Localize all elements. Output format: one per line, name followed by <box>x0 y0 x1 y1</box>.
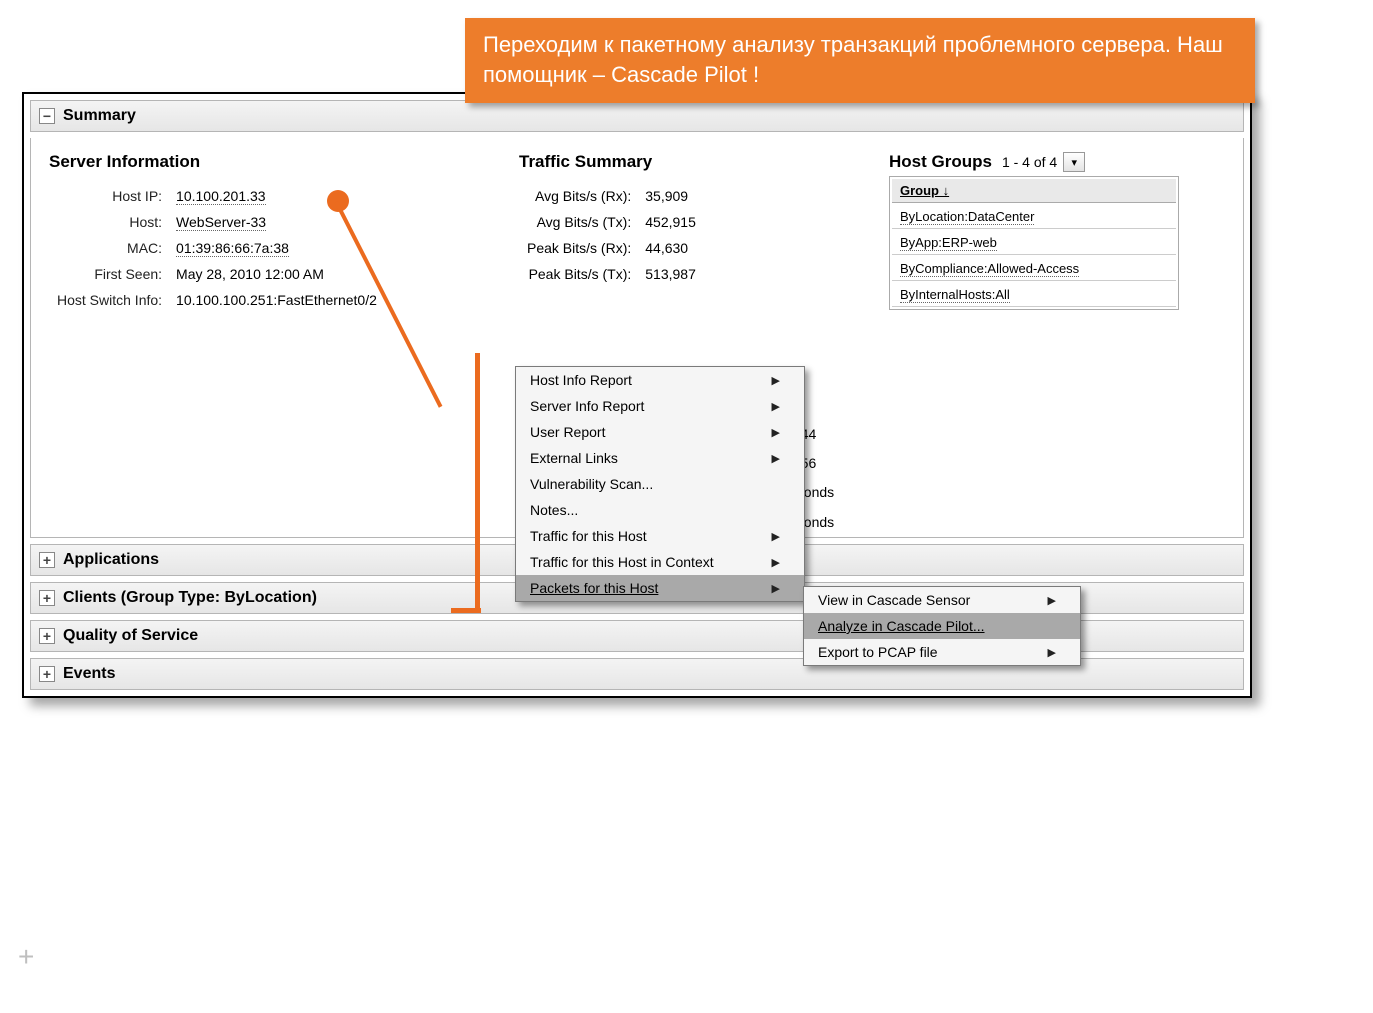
submenu-item-analyze-pilot[interactable]: Analyze in Cascade Pilot... <box>804 613 1080 639</box>
menu-item-vuln-scan[interactable]: Vulnerability Scan... <box>516 471 804 497</box>
host-groups-heading: Host Groups <box>889 152 992 172</box>
submenu-arrow-icon: ▶ <box>772 582 780 595</box>
annotation-arrow-cap <box>451 608 481 613</box>
value-host-ip[interactable]: 10.100.201.33 <box>176 188 266 205</box>
value-first-seen: May 28, 2010 12:00 AM <box>176 266 324 282</box>
summary-body: Server Information Host IP: 10.100.201.3… <box>30 138 1244 538</box>
menu-item-traffic-host-context[interactable]: Traffic for this Host in Context▶ <box>516 549 804 575</box>
annotation-callout: Переходим к пакетному анализу транзакций… <box>465 18 1255 103</box>
traffic-value-0: 35,909 <box>639 184 702 208</box>
server-info-heading: Server Information <box>49 152 519 172</box>
traffic-label-2: Peak Bits/s (Rx): <box>521 236 637 260</box>
submenu-arrow-icon: ▶ <box>1048 594 1056 607</box>
menu-item-server-info-report[interactable]: Server Info Report▶ <box>516 393 804 419</box>
host-group-row[interactable]: ByApp:ERP-web <box>892 231 1176 255</box>
host-group-row[interactable]: ByCompliance:Allowed-Access <box>892 257 1176 281</box>
expand-icon[interactable]: + <box>39 590 55 606</box>
context-submenu: View in Cascade Sensor▶ Analyze in Casca… <box>803 586 1081 666</box>
submenu-arrow-icon: ▶ <box>772 374 780 387</box>
section-clients-title: Clients (Group Type: ByLocation) <box>63 589 317 607</box>
host-groups-col-header[interactable]: Group ↓ <box>892 179 1176 203</box>
traffic-label-0: Avg Bits/s (Rx): <box>521 184 637 208</box>
submenu-arrow-icon: ▶ <box>772 426 780 439</box>
traffic-heading: Traffic Summary <box>519 152 889 172</box>
host-groups-table: Group ↓ ByLocation:DataCenter ByApp:ERP-… <box>889 176 1179 310</box>
label-host: Host: <box>51 210 168 234</box>
submenu-arrow-icon: ▶ <box>772 556 780 569</box>
menu-item-notes[interactable]: Notes... <box>516 497 804 523</box>
submenu-arrow-icon: ▶ <box>772 452 780 465</box>
submenu-item-export-pcap[interactable]: Export to PCAP file▶ <box>804 639 1080 665</box>
traffic-value-1: 452,915 <box>639 210 702 234</box>
host-groups-dropdown-button[interactable]: ▾ <box>1063 152 1085 172</box>
traffic-label-3: Peak Bits/s (Tx): <box>521 262 637 286</box>
traffic-label-1: Avg Bits/s (Tx): <box>521 210 637 234</box>
label-first-seen: First Seen: <box>51 262 168 286</box>
host-group-row[interactable]: ByInternalHosts:All <box>892 283 1176 307</box>
annotation-vertical-line <box>475 353 480 613</box>
traffic-summary-column: Traffic Summary Avg Bits/s (Rx):35,909 A… <box>519 152 889 288</box>
server-information-column: Server Information Host IP: 10.100.201.3… <box>49 152 519 314</box>
host-groups-count: 1 - 4 of 4 <box>1002 154 1057 170</box>
app-frame: − Summary Server Information Host IP: 10… <box>22 92 1252 698</box>
submenu-arrow-icon: ▶ <box>1048 646 1056 659</box>
traffic-value-2: 44,630 <box>639 236 702 260</box>
menu-item-host-info-report[interactable]: Host Info Report▶ <box>516 367 804 393</box>
context-menu: Host Info Report▶ Server Info Report▶ Us… <box>515 366 805 602</box>
section-summary-header[interactable]: − Summary <box>30 100 1244 132</box>
value-host[interactable]: WebServer-33 <box>176 214 266 231</box>
host-groups-column: Host Groups 1 - 4 of 4 ▾ Group ↓ ByLocat… <box>889 152 1225 310</box>
submenu-item-view-sensor[interactable]: View in Cascade Sensor▶ <box>804 587 1080 613</box>
menu-item-packets-for-host[interactable]: Packets for this Host▶ <box>516 575 804 601</box>
label-host-ip: Host IP: <box>51 184 168 208</box>
value-switch: 10.100.100.251:FastEthernet0/2 <box>176 292 377 308</box>
section-applications-title: Applications <box>63 551 159 569</box>
submenu-arrow-icon: ▶ <box>772 530 780 543</box>
menu-item-user-report[interactable]: User Report▶ <box>516 419 804 445</box>
expand-icon[interactable]: + <box>39 628 55 644</box>
expand-icon[interactable]: + <box>39 552 55 568</box>
traffic-value-3: 513,987 <box>639 262 702 286</box>
section-qos-title: Quality of Service <box>63 627 198 645</box>
host-group-row[interactable]: ByLocation:DataCenter <box>892 205 1176 229</box>
section-summary-title: Summary <box>63 107 136 125</box>
menu-item-traffic-host[interactable]: Traffic for this Host▶ <box>516 523 804 549</box>
collapse-icon[interactable]: − <box>39 108 55 124</box>
section-events-title: Events <box>63 665 115 683</box>
footer-plus-mark: + <box>18 941 34 973</box>
submenu-arrow-icon: ▶ <box>772 400 780 413</box>
value-mac[interactable]: 01:39:86:66:7a:38 <box>176 240 289 257</box>
chevron-down-icon: ▾ <box>1071 156 1077 169</box>
menu-item-external-links[interactable]: External Links▶ <box>516 445 804 471</box>
expand-icon[interactable]: + <box>39 666 55 682</box>
label-mac: MAC: <box>51 236 168 260</box>
label-switch: Host Switch Info: <box>51 288 168 312</box>
